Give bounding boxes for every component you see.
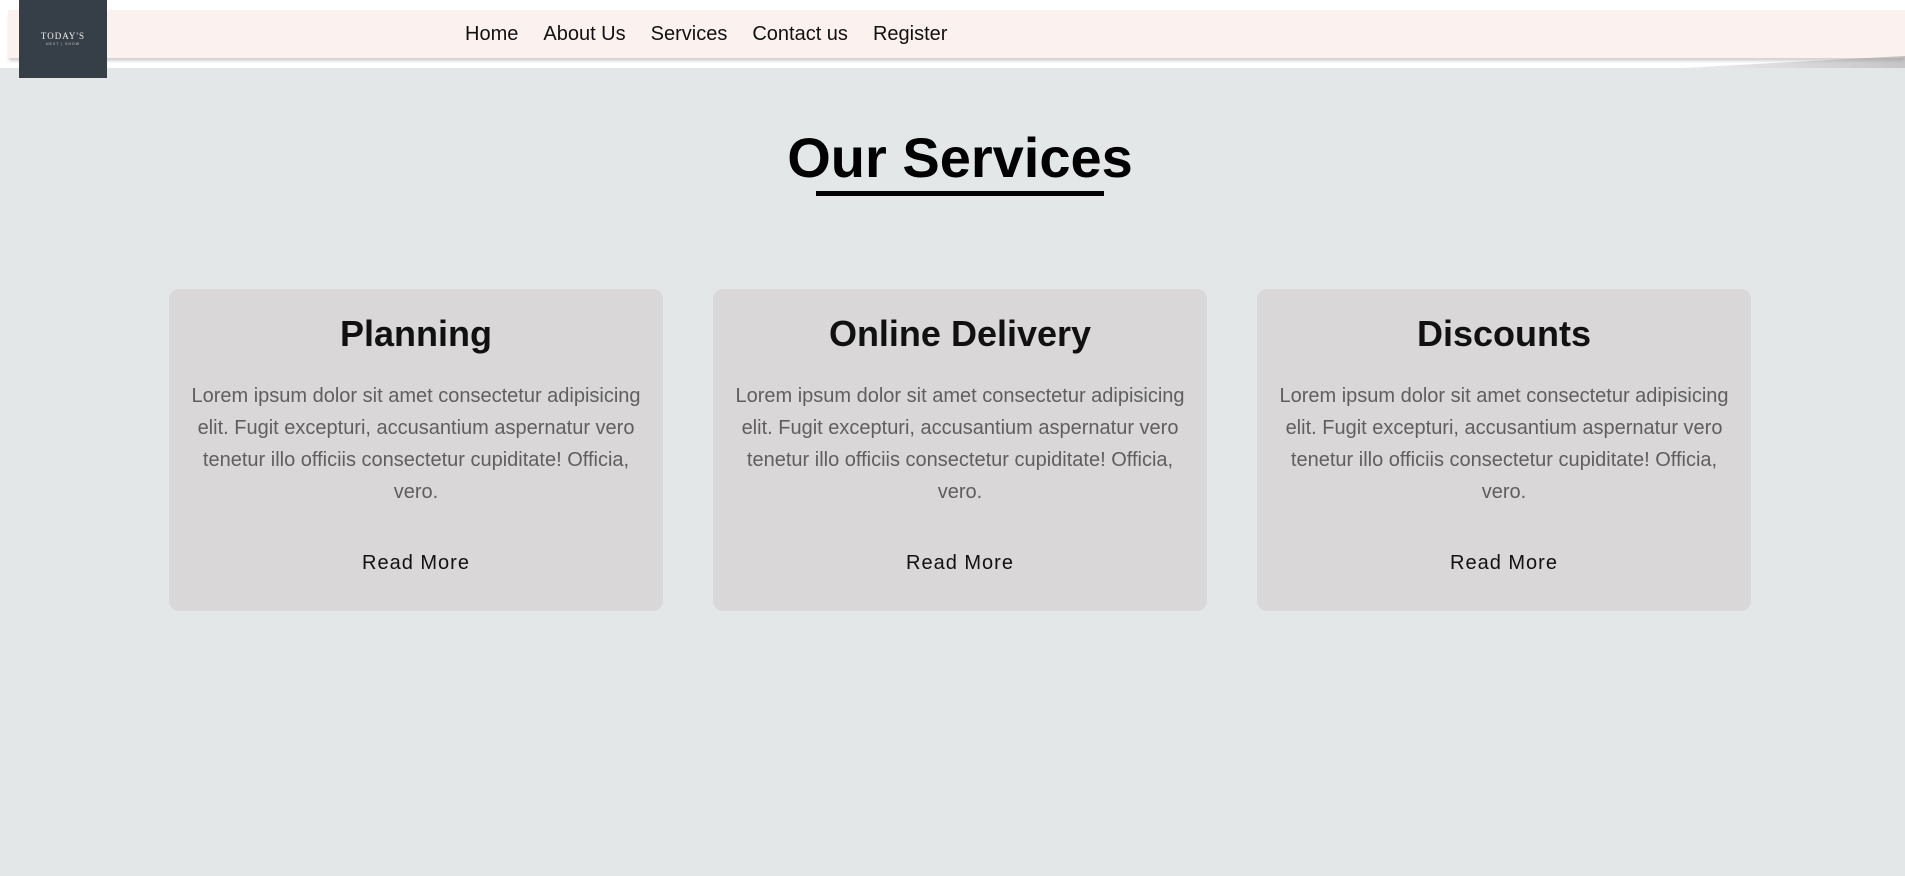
title-underline [816,191,1104,196]
nav-contact-us[interactable]: Contact us [752,23,848,46]
read-more-button[interactable]: Read More [906,552,1014,575]
nav-home[interactable]: Home [465,23,518,46]
page: TODAY'S NEXT | SHOW Home About Us Servic… [0,0,1905,876]
nav-bar [8,10,1905,58]
nav-register[interactable]: Register [873,23,947,46]
nav-about-us[interactable]: About Us [543,23,625,46]
service-card-discounts: Discounts Lorem ipsum dolor sit amet con… [1257,289,1751,611]
read-more-button[interactable]: Read More [1450,552,1558,575]
main-nav: Home About Us Services Contact us Regist… [465,10,947,58]
logo-text: TODAY'S [40,31,86,41]
header: TODAY'S NEXT | SHOW Home About Us Servic… [0,0,1905,78]
logo-subtext: NEXT | SHOW [45,42,80,46]
card-description: Lorem ipsum dolor sit amet consectetur a… [191,385,641,503]
card-description: Lorem ipsum dolor sit amet consectetur a… [1279,385,1729,503]
card-description: Lorem ipsum dolor sit amet consectetur a… [735,385,1185,503]
service-card-planning: Planning Lorem ipsum dolor sit amet cons… [169,289,663,611]
card-title: Planning [340,313,492,354]
read-more-button[interactable]: Read More [362,552,470,575]
card-title: Discounts [1416,313,1592,354]
page-title: Our Services [787,126,1133,189]
nav-services[interactable]: Services [651,23,728,46]
service-card-online-delivery: Online Delivery Lorem ipsum dolor sit am… [713,289,1207,611]
card-title: Online Delivery [828,313,1092,354]
services-cards: Planning Lorem ipsum dolor sit amet cons… [169,289,1751,611]
site-logo[interactable]: TODAY'S NEXT | SHOW [19,0,107,78]
